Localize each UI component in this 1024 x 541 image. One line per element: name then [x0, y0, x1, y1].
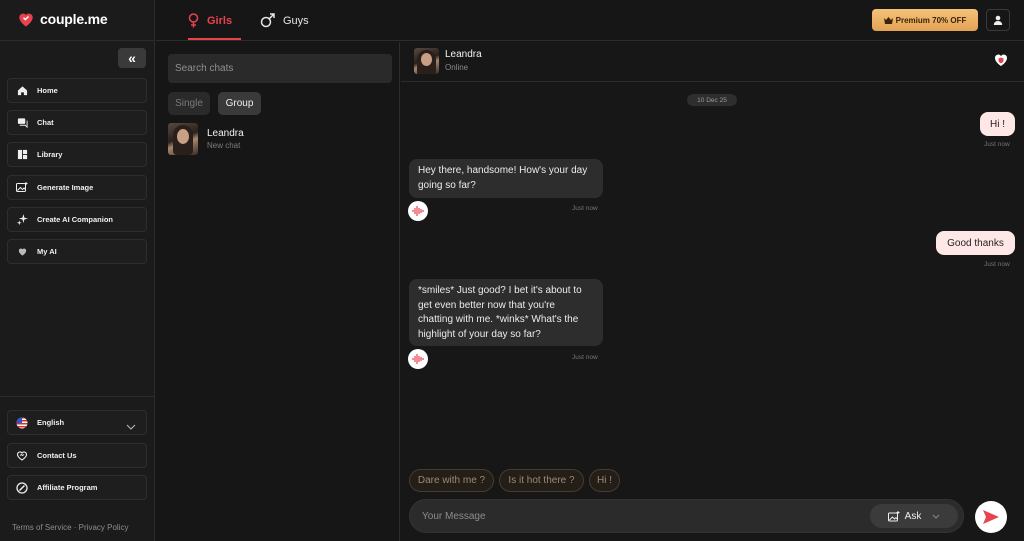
- sidebar-divider: [0, 40, 155, 41]
- premium-button[interactable]: Premium 70% OFF: [872, 9, 978, 31]
- sidebar-item-label: Library: [37, 150, 63, 159]
- us-flag-icon: [15, 416, 29, 430]
- message-line: get even better now that you're: [418, 299, 555, 311]
- user-icon: [993, 15, 1003, 25]
- male-symbol-icon: [260, 13, 275, 28]
- sidebar-item-generate-image[interactable]: Generate Image: [7, 175, 147, 200]
- tab-girls-label: Girls: [207, 14, 233, 27]
- sidebar-item-home[interactable]: Home: [7, 78, 147, 103]
- suggestion-chip[interactable]: Dare with me ?: [409, 469, 494, 492]
- conversation-header: Leandra Online: [401, 42, 1024, 82]
- avatar: [168, 123, 198, 155]
- double-chevron-left-icon: «: [128, 50, 136, 66]
- chat-item-text: Leandra New chat: [207, 128, 244, 150]
- sidebar-bottom-divider: [0, 396, 155, 397]
- message-composer: Ask: [409, 499, 964, 533]
- magic-image-icon: [887, 510, 900, 521]
- message-line: highlight of your day so far?: [418, 329, 541, 341]
- sidebar-item-chat[interactable]: Chat: [7, 110, 147, 135]
- logo-heart-icon: [19, 13, 33, 27]
- message-time: Just now: [984, 261, 1010, 268]
- tab-guys[interactable]: Guys: [260, 0, 309, 41]
- premium-label: Premium 70% OFF: [895, 15, 967, 25]
- sidebar-item-my-ai[interactable]: My AI: [7, 239, 147, 264]
- contact-icon: [15, 449, 29, 463]
- search-chats-input[interactable]: [168, 54, 392, 83]
- user-message-bubble: Hi !: [980, 112, 1015, 136]
- affiliate-program-button[interactable]: Affiliate Program: [7, 475, 147, 500]
- message-line: *smiles* Just good? I bet it's about to: [418, 285, 582, 296]
- chevron-down-icon: [126, 417, 136, 435]
- sidebar-item-label: My AI: [37, 247, 57, 256]
- language-selector[interactable]: English: [7, 410, 147, 435]
- waveform-icon: [412, 206, 424, 216]
- conversation-status: Online: [445, 63, 469, 72]
- play-voice-button[interactable]: [408, 349, 428, 369]
- conversation-avatar[interactable]: [414, 48, 439, 74]
- message-time: Just now: [984, 141, 1010, 148]
- female-symbol-icon: [188, 13, 199, 28]
- language-label: English: [37, 418, 65, 427]
- logo-text: couple.me: [40, 11, 108, 27]
- contact-us-button[interactable]: Contact Us: [7, 443, 147, 468]
- bot-message-bubble: Hey there, handsome! How's your day goin…: [409, 159, 603, 198]
- sidebar-item-label: Home: [37, 86, 58, 95]
- date-separator: 10 Dec 25: [687, 94, 737, 106]
- image-icon: [15, 181, 29, 195]
- crown-icon: [883, 16, 893, 24]
- message-input[interactable]: [422, 500, 862, 532]
- sidebar-item-create-ai-companion[interactable]: Create AI Companion: [7, 207, 147, 232]
- message-time: Just now: [572, 354, 598, 361]
- sidebar-item-library[interactable]: Library: [7, 142, 147, 167]
- logo[interactable]: couple.me: [16, 9, 108, 29]
- heart-icon: [15, 245, 29, 259]
- active-tab-indicator: [188, 38, 241, 40]
- chat-item-subtitle: New chat: [207, 141, 241, 150]
- filter-single-button[interactable]: Single: [168, 92, 210, 115]
- sparkle-icon: [15, 213, 29, 227]
- conversation-panel: Leandra Online 10 Dec 25 Hi ! Just now H…: [401, 42, 1024, 541]
- send-button[interactable]: [975, 501, 1007, 533]
- home-icon: [15, 84, 29, 98]
- footer-links[interactable]: Terms of Service · Privacy Policy: [12, 523, 128, 532]
- suggestion-chip[interactable]: Is it hot there ?: [499, 469, 584, 492]
- sidebar: couple.me « Home Chat Library Generate I…: [0, 0, 155, 541]
- user-message-bubble: Good thanks: [936, 231, 1015, 255]
- filter-group-button[interactable]: Group: [218, 92, 261, 115]
- play-voice-button[interactable]: [408, 201, 428, 221]
- chat-list-item[interactable]: Leandra New chat: [168, 122, 392, 156]
- profile-button[interactable]: [986, 9, 1010, 31]
- ask-button[interactable]: Ask: [870, 504, 958, 528]
- sidebar-item-label: Create AI Companion: [37, 215, 113, 224]
- tab-girls[interactable]: Girls: [188, 0, 232, 41]
- chat-icon: [15, 116, 29, 130]
- message-line: going so far?: [418, 179, 476, 191]
- conversation-name: Leandra: [445, 49, 482, 60]
- bot-message-bubble: *smiles* Just good? I bet it's about to …: [409, 279, 603, 346]
- chevron-down-icon: [932, 514, 940, 519]
- message-line: Hey there, handsome! How's your day: [418, 165, 588, 176]
- heart-shield-icon[interactable]: [993, 52, 1009, 68]
- message-line: chatting with me. *winks* What's the: [418, 314, 579, 326]
- sidebar-item-label: Generate Image: [37, 183, 94, 192]
- message-time: Just now: [572, 205, 598, 212]
- tab-guys-label: Guys: [283, 14, 309, 27]
- contact-us-label: Contact Us: [37, 451, 77, 460]
- collapse-sidebar-button[interactable]: «: [118, 48, 146, 68]
- waveform-icon: [412, 354, 424, 364]
- sidebar-item-label: Chat: [37, 118, 54, 127]
- chat-list-panel: Single Group Leandra New chat: [156, 42, 400, 541]
- affiliate-program-label: Affiliate Program: [37, 483, 98, 492]
- ask-label: Ask: [904, 510, 922, 522]
- chat-item-name: Leandra: [207, 128, 244, 139]
- app-root: couple.me « Home Chat Library Generate I…: [0, 0, 1024, 541]
- suggestion-chip[interactable]: Hi !: [589, 469, 620, 492]
- send-icon: [983, 510, 999, 524]
- affiliate-icon: [15, 481, 29, 495]
- topbar: Girls Guys Premium 70% OFF: [156, 0, 1024, 41]
- library-icon: [15, 148, 29, 162]
